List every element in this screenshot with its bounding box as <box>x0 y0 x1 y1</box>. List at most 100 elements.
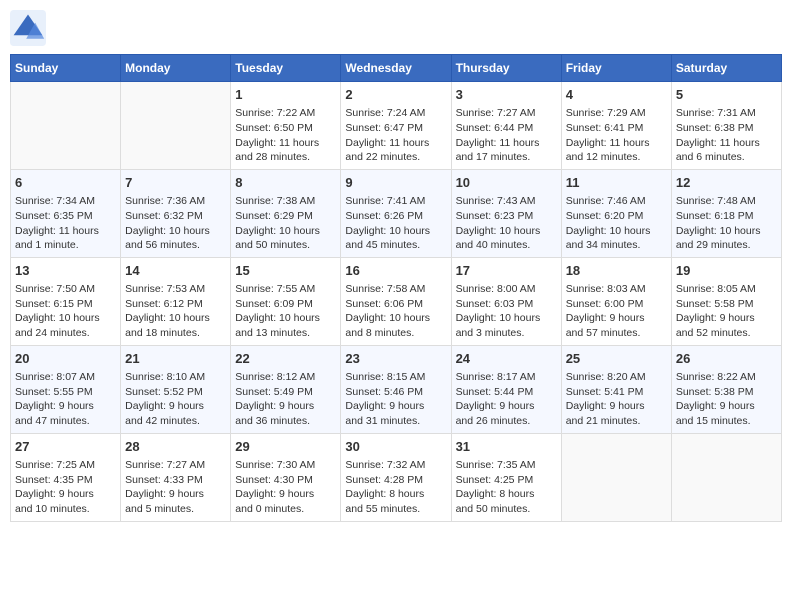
calendar-cell: 18 Sunrise: 8:03 AM Sunset: 6:00 PM Dayli… <box>561 257 671 345</box>
calendar-cell: 28Sunrise: 7:27 AM Sunset: 4:33 PM Dayli… <box>121 433 231 521</box>
day-number: 7 <box>125 174 226 192</box>
day-info: Sunrise: 7:29 AM Sunset: 6:41 PM Dayligh… <box>566 106 667 165</box>
calendar-cell: 25 Sunrise: 8:20 AM Sunset: 5:41 PM Dayli… <box>561 345 671 433</box>
weekday-header-wednesday: Wednesday <box>341 55 451 82</box>
calendar-cell: 7Sunrise: 7:36 AM Sunset: 6:32 PM Daylig… <box>121 169 231 257</box>
calendar-cell: 27 Sunrise: 7:25 AM Sunset: 4:35 PM Dayli… <box>11 433 121 521</box>
day-number: 16 <box>345 262 446 280</box>
calendar-table: SundayMondayTuesdayWednesdayThursdayFrid… <box>10 54 782 522</box>
day-info: Sunrise: 7:30 AM Sunset: 4:30 PM Dayligh… <box>235 458 336 517</box>
calendar-cell: 23 Sunrise: 8:15 AM Sunset: 5:46 PM Dayli… <box>341 345 451 433</box>
day-info: Sunrise: 8:15 AM Sunset: 5:46 PM Dayligh… <box>345 370 446 429</box>
day-info: Sunrise: 7:22 AM Sunset: 6:50 PM Dayligh… <box>235 106 336 165</box>
day-info: Sunrise: 7:50 AM Sunset: 6:15 PM Dayligh… <box>15 282 116 341</box>
day-number: 25 <box>566 350 667 368</box>
day-info: Sunrise: 8:22 AM Sunset: 5:38 PM Dayligh… <box>676 370 777 429</box>
calendar-week-row: 1Sunrise: 7:22 AM Sunset: 6:50 PM Daylig… <box>11 82 782 170</box>
calendar-week-row: 27 Sunrise: 7:25 AM Sunset: 4:35 PM Dayli… <box>11 433 782 521</box>
day-number: 8 <box>235 174 336 192</box>
day-number: 15 <box>235 262 336 280</box>
day-info: Sunrise: 8:20 AM Sunset: 5:41 PM Dayligh… <box>566 370 667 429</box>
calendar-cell: 19 Sunrise: 8:05 AM Sunset: 5:58 PM Dayli… <box>671 257 781 345</box>
calendar-cell: 8 Sunrise: 7:38 AM Sunset: 6:29 PM Daylig… <box>231 169 341 257</box>
calendar-cell: 12 Sunrise: 7:48 AM Sunset: 6:18 PM Dayli… <box>671 169 781 257</box>
day-number: 29 <box>235 438 336 456</box>
day-info: Sunrise: 8:03 AM Sunset: 6:00 PM Dayligh… <box>566 282 667 341</box>
day-info: Sunrise: 7:27 AM Sunset: 4:33 PM Dayligh… <box>125 458 226 517</box>
day-number: 18 <box>566 262 667 280</box>
calendar-cell: 29 Sunrise: 7:30 AM Sunset: 4:30 PM Dayli… <box>231 433 341 521</box>
day-number: 4 <box>566 86 667 104</box>
day-number: 12 <box>676 174 777 192</box>
day-info: Sunrise: 7:32 AM Sunset: 4:28 PM Dayligh… <box>345 458 446 517</box>
day-info: Sunrise: 7:38 AM Sunset: 6:29 PM Dayligh… <box>235 194 336 253</box>
day-number: 11 <box>566 174 667 192</box>
logo-icon <box>10 10 46 46</box>
day-number: 23 <box>345 350 446 368</box>
calendar-week-row: 20 Sunrise: 8:07 AM Sunset: 5:55 PM Dayli… <box>11 345 782 433</box>
calendar-cell: 2Sunrise: 7:24 AM Sunset: 6:47 PM Daylig… <box>341 82 451 170</box>
calendar-cell: 14Sunrise: 7:53 AM Sunset: 6:12 PM Dayli… <box>121 257 231 345</box>
day-info: Sunrise: 7:48 AM Sunset: 6:18 PM Dayligh… <box>676 194 777 253</box>
day-number: 20 <box>15 350 116 368</box>
calendar-cell <box>11 82 121 170</box>
day-info: Sunrise: 7:27 AM Sunset: 6:44 PM Dayligh… <box>456 106 557 165</box>
calendar-cell <box>121 82 231 170</box>
calendar-cell: 15Sunrise: 7:55 AM Sunset: 6:09 PM Dayli… <box>231 257 341 345</box>
day-number: 9 <box>345 174 446 192</box>
day-info: Sunrise: 7:34 AM Sunset: 6:35 PM Dayligh… <box>15 194 116 253</box>
calendar-cell: 30 Sunrise: 7:32 AM Sunset: 4:28 PM Dayli… <box>341 433 451 521</box>
day-info: Sunrise: 7:46 AM Sunset: 6:20 PM Dayligh… <box>566 194 667 253</box>
calendar-cell <box>671 433 781 521</box>
day-number: 24 <box>456 350 557 368</box>
calendar-week-row: 6 Sunrise: 7:34 AM Sunset: 6:35 PM Daylig… <box>11 169 782 257</box>
day-number: 14 <box>125 262 226 280</box>
day-number: 26 <box>676 350 777 368</box>
calendar-cell: 10 Sunrise: 7:43 AM Sunset: 6:23 PM Dayli… <box>451 169 561 257</box>
day-info: Sunrise: 8:00 AM Sunset: 6:03 PM Dayligh… <box>456 282 557 341</box>
weekday-header-sunday: Sunday <box>11 55 121 82</box>
calendar-cell: 5 Sunrise: 7:31 AM Sunset: 6:38 PM Daylig… <box>671 82 781 170</box>
page-header <box>10 10 782 46</box>
day-info: Sunrise: 7:41 AM Sunset: 6:26 PM Dayligh… <box>345 194 446 253</box>
day-info: Sunrise: 7:31 AM Sunset: 6:38 PM Dayligh… <box>676 106 777 165</box>
day-number: 30 <box>345 438 446 456</box>
calendar-cell: 17 Sunrise: 8:00 AM Sunset: 6:03 PM Dayli… <box>451 257 561 345</box>
day-number: 10 <box>456 174 557 192</box>
calendar-cell: 9 Sunrise: 7:41 AM Sunset: 6:26 PM Daylig… <box>341 169 451 257</box>
day-number: 31 <box>456 438 557 456</box>
day-number: 19 <box>676 262 777 280</box>
weekday-header-thursday: Thursday <box>451 55 561 82</box>
weekday-header-saturday: Saturday <box>671 55 781 82</box>
day-info: Sunrise: 7:24 AM Sunset: 6:47 PM Dayligh… <box>345 106 446 165</box>
calendar-cell: 20 Sunrise: 8:07 AM Sunset: 5:55 PM Dayli… <box>11 345 121 433</box>
day-info: Sunrise: 8:10 AM Sunset: 5:52 PM Dayligh… <box>125 370 226 429</box>
weekday-header-friday: Friday <box>561 55 671 82</box>
weekday-header-tuesday: Tuesday <box>231 55 341 82</box>
day-number: 21 <box>125 350 226 368</box>
calendar-cell: 13Sunrise: 7:50 AM Sunset: 6:15 PM Dayli… <box>11 257 121 345</box>
calendar-cell: 16 Sunrise: 7:58 AM Sunset: 6:06 PM Dayli… <box>341 257 451 345</box>
day-number: 17 <box>456 262 557 280</box>
calendar-cell: 24Sunrise: 8:17 AM Sunset: 5:44 PM Dayli… <box>451 345 561 433</box>
day-info: Sunrise: 8:12 AM Sunset: 5:49 PM Dayligh… <box>235 370 336 429</box>
calendar-cell: 22 Sunrise: 8:12 AM Sunset: 5:49 PM Dayli… <box>231 345 341 433</box>
calendar-week-row: 13Sunrise: 7:50 AM Sunset: 6:15 PM Dayli… <box>11 257 782 345</box>
calendar-cell: 1Sunrise: 7:22 AM Sunset: 6:50 PM Daylig… <box>231 82 341 170</box>
calendar-header-row: SundayMondayTuesdayWednesdayThursdayFrid… <box>11 55 782 82</box>
day-number: 3 <box>456 86 557 104</box>
day-number: 6 <box>15 174 116 192</box>
calendar-cell: 21 Sunrise: 8:10 AM Sunset: 5:52 PM Dayli… <box>121 345 231 433</box>
day-number: 5 <box>676 86 777 104</box>
weekday-header-monday: Monday <box>121 55 231 82</box>
day-info: Sunrise: 7:43 AM Sunset: 6:23 PM Dayligh… <box>456 194 557 253</box>
day-info: Sunrise: 8:07 AM Sunset: 5:55 PM Dayligh… <box>15 370 116 429</box>
calendar-cell: 3 Sunrise: 7:27 AM Sunset: 6:44 PM Daylig… <box>451 82 561 170</box>
day-info: Sunrise: 7:58 AM Sunset: 6:06 PM Dayligh… <box>345 282 446 341</box>
day-info: Sunrise: 8:05 AM Sunset: 5:58 PM Dayligh… <box>676 282 777 341</box>
calendar-cell <box>561 433 671 521</box>
day-number: 22 <box>235 350 336 368</box>
day-number: 27 <box>15 438 116 456</box>
day-info: Sunrise: 7:25 AM Sunset: 4:35 PM Dayligh… <box>15 458 116 517</box>
calendar-cell: 31Sunrise: 7:35 AM Sunset: 4:25 PM Dayli… <box>451 433 561 521</box>
